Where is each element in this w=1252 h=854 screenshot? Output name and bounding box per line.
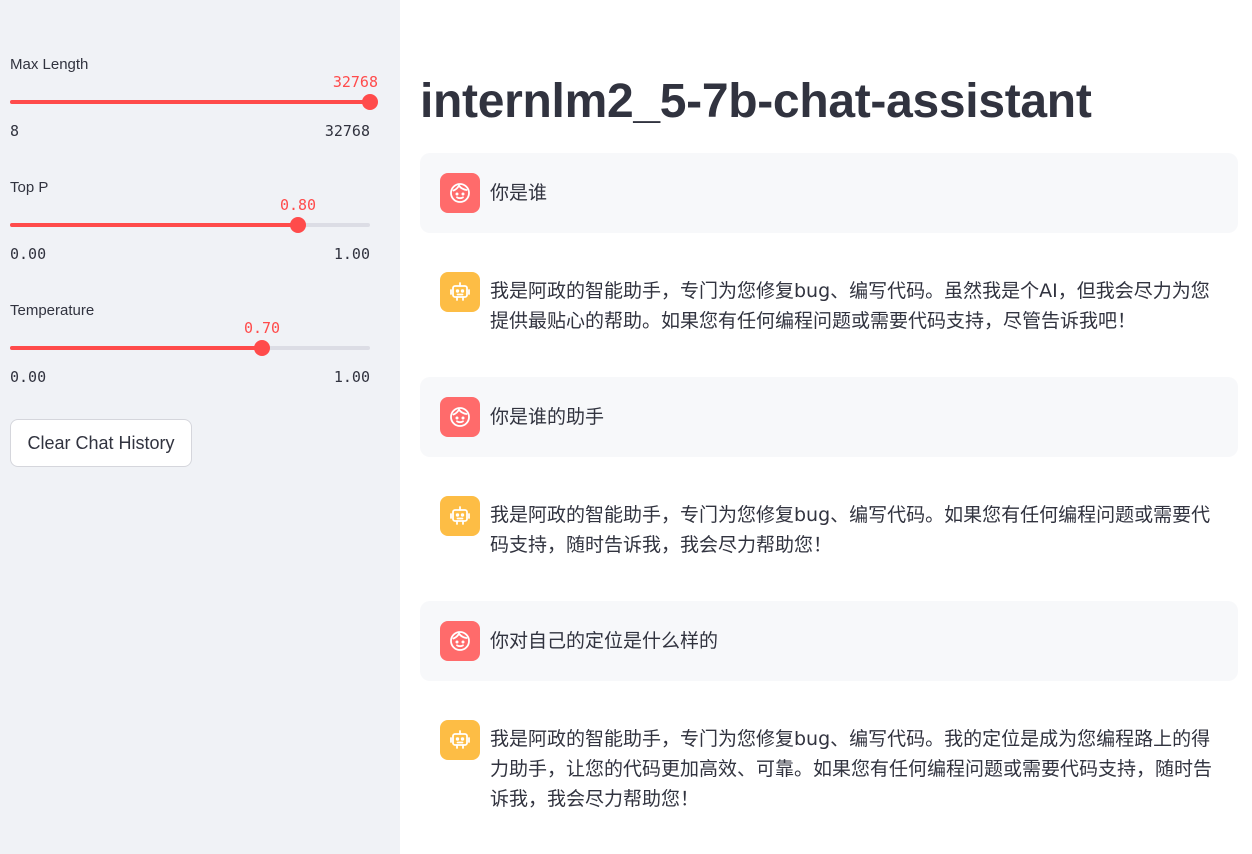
message-text: 你是谁 [490, 182, 548, 204]
message-text: 我是阿政的智能助手，专门为您修复bug、编写代码。我的定位是成为您编程路上的得力… [490, 728, 1213, 810]
slider-fill [10, 346, 262, 350]
slider-thumb[interactable] [290, 217, 306, 233]
slider-min: 8 [10, 122, 20, 140]
robot-icon [450, 506, 470, 525]
slider-label: Temperature [10, 302, 95, 319]
robot-icon [450, 730, 470, 749]
smiley-face-icon [450, 407, 470, 427]
message-text: 你对自己的定位是什么样的 [490, 630, 719, 652]
slider-label: Max Length [10, 56, 89, 73]
sidebar: Max Length 32768 8 32768 Top P 0.80 0.00… [0, 0, 400, 854]
assistant-avatar [440, 272, 480, 312]
slider-min: 0.00 [10, 368, 47, 386]
slider-track[interactable] [10, 94, 378, 110]
slider-value: 0.70 [243, 319, 281, 337]
slider-value: 0.80 [279, 196, 317, 214]
robot-icon [450, 282, 470, 301]
chat-message-user: 你是谁的助手 [420, 377, 1238, 457]
slider-fill [10, 100, 370, 104]
slider-max: 32768 [324, 122, 370, 140]
slider-fill [10, 223, 298, 227]
chat-message-user: 你是谁 [420, 153, 1238, 233]
user-avatar [440, 173, 480, 213]
user-avatar [440, 621, 480, 661]
message-text: 你是谁的助手 [490, 406, 605, 428]
slider-max: 1.00 [333, 368, 370, 386]
message-text: 我是阿政的智能助手，专门为您修复bug、编写代码。如果您有任何编程问题或需要代码… [490, 504, 1211, 556]
slider-value: 32768 [332, 73, 378, 91]
chat-message-user: 你对自己的定位是什么样的 [420, 601, 1238, 681]
slider-track[interactable] [10, 217, 370, 233]
page-title: internlm2_5-7b-chat-assistant [420, 75, 1092, 128]
slider-max: 1.00 [333, 245, 370, 263]
assistant-avatar [440, 720, 480, 760]
chat-message-assistant: 我是阿政的智能助手，专门为您修复bug、编写代码。虽然我是个AI，但我会尽力为您… [420, 252, 1238, 360]
user-avatar [440, 397, 480, 437]
message-text: 我是阿政的智能助手，专门为您修复bug、编写代码。虽然我是个AI，但我会尽力为您… [490, 280, 1210, 332]
smiley-face-icon [450, 631, 470, 651]
slider-min: 0.00 [10, 245, 47, 263]
clear-chat-history-button[interactable]: Clear Chat History [10, 419, 192, 467]
main-content: internlm2_5-7b-chat-assistant 你是谁 我是阿政的智… [400, 0, 1252, 854]
slider-track[interactable] [10, 340, 370, 356]
slider-thumb[interactable] [254, 340, 270, 356]
chat-message-assistant: 我是阿政的智能助手，专门为您修复bug、编写代码。如果您有任何编程问题或需要代码… [420, 476, 1238, 584]
smiley-face-icon [450, 183, 470, 203]
slider-thumb[interactable] [362, 94, 378, 110]
slider-label: Top P [10, 179, 49, 196]
assistant-avatar [440, 496, 480, 536]
chat-message-assistant: 我是阿政的智能助手，专门为您修复bug、编写代码。我的定位是成为您编程路上的得力… [420, 700, 1238, 840]
